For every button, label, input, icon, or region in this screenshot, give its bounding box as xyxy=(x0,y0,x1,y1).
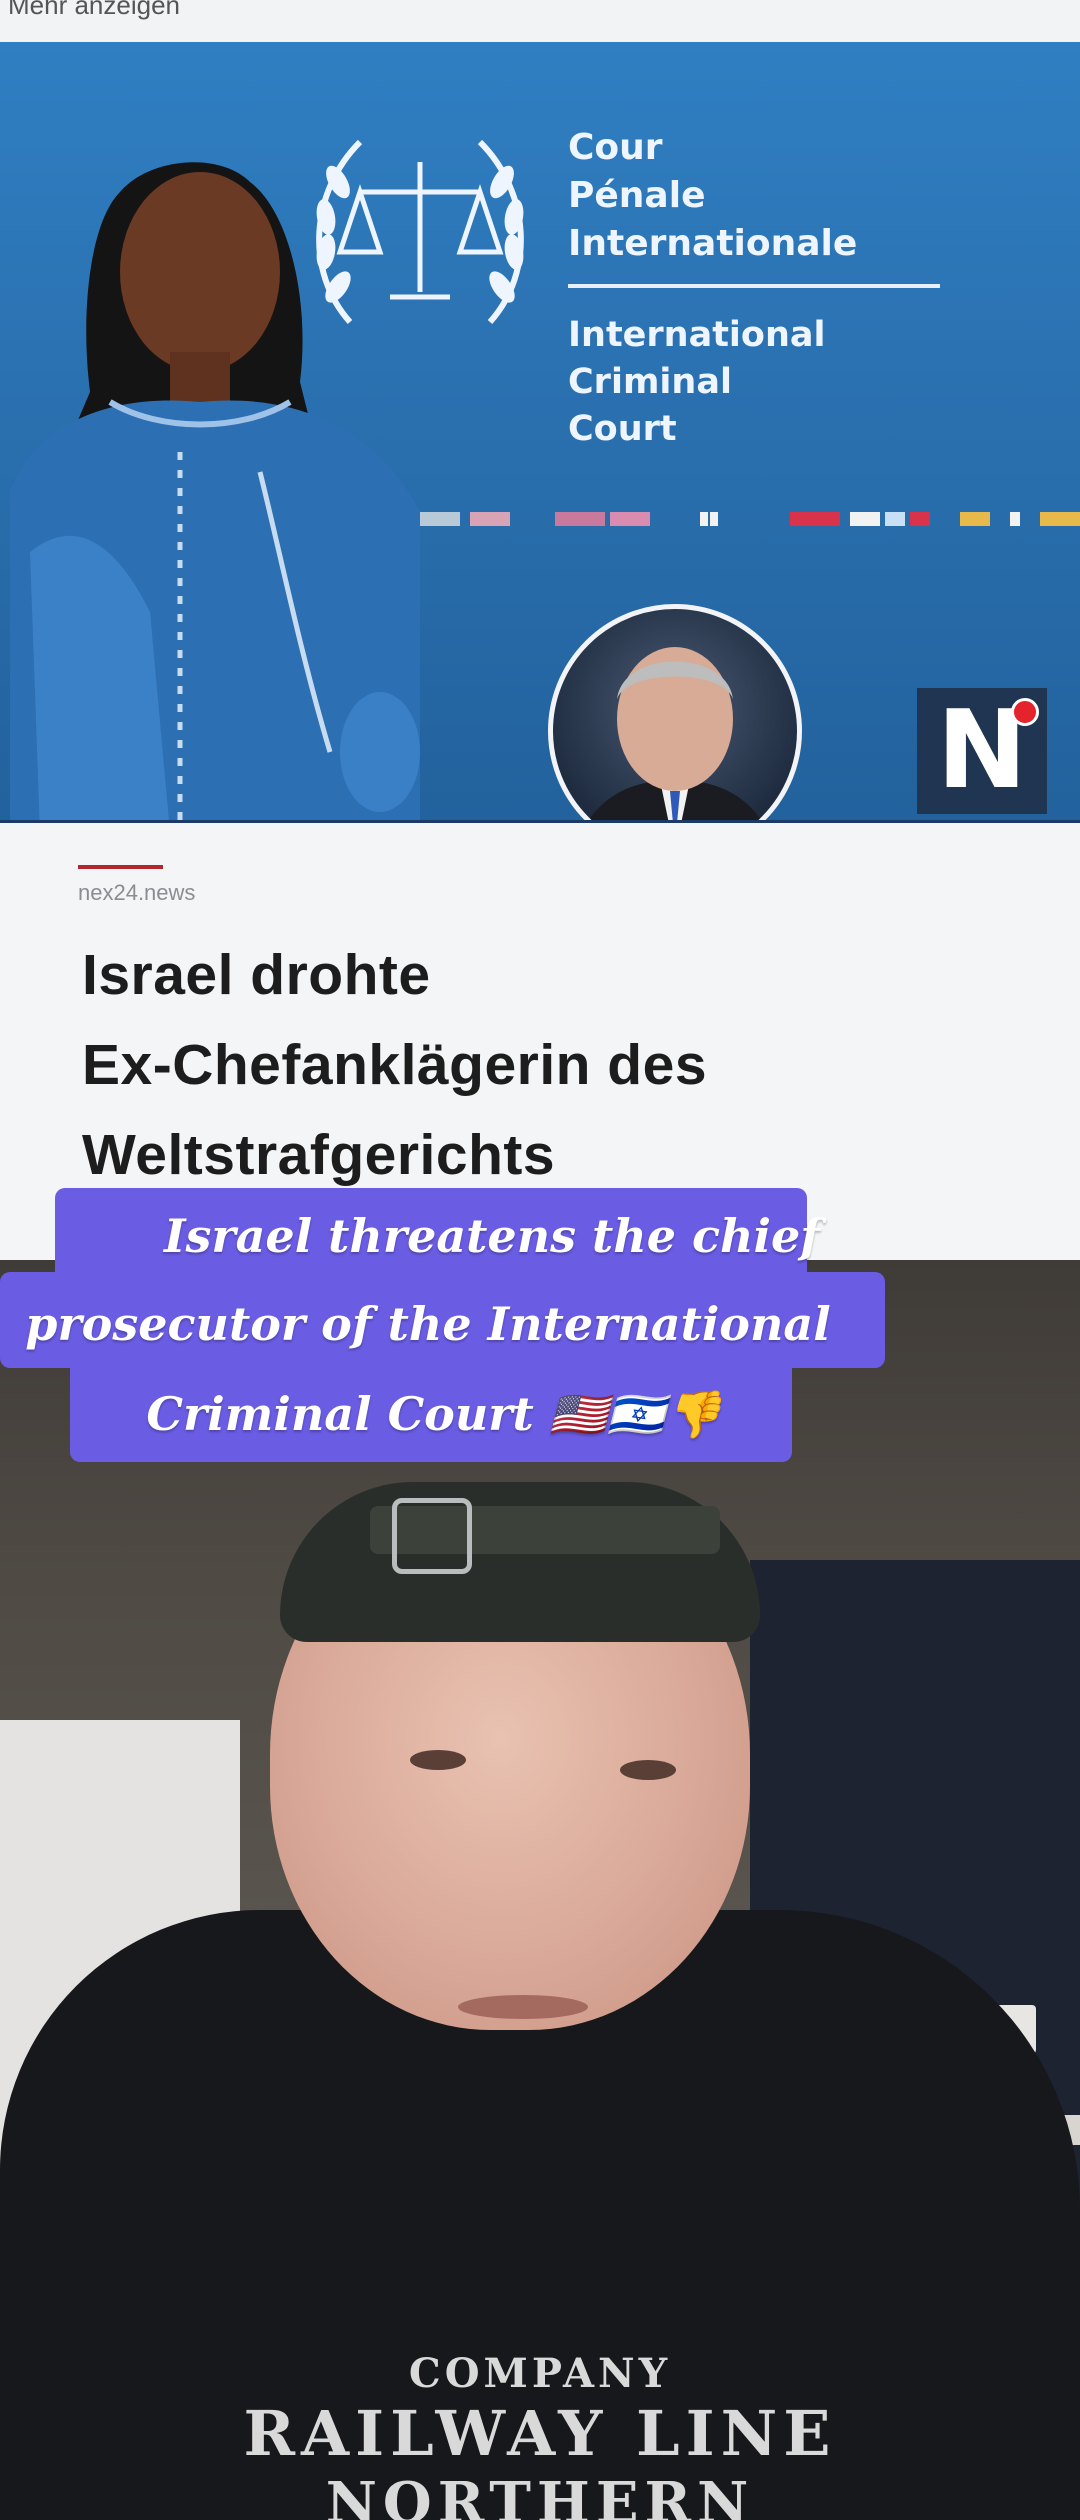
article-hero-image: Cour Pénale Internationale International… xyxy=(0,42,1080,822)
news-logo: N xyxy=(917,688,1047,814)
prosecutor-photo xyxy=(10,162,420,822)
source-accent-bar xyxy=(78,865,163,869)
netanyahu-portrait xyxy=(548,604,802,822)
logo-red-dot xyxy=(1011,698,1039,726)
video-caption: Israel threatens the chief prosecutor of… xyxy=(0,1188,1080,1508)
court-name-en: International Criminal Court xyxy=(568,315,826,449)
caption-line-1: Israel threatens the chief xyxy=(163,1209,821,1263)
caption-line-3: Criminal Court 🇺🇸🇮🇱👎 xyxy=(146,1387,722,1441)
browser-top-strip: Mehr anzeigen xyxy=(0,0,1080,42)
article-screen: Mehr anzeigen Cour Pénale Internationale… xyxy=(0,0,1080,1260)
article-headline[interactable]: Israel drohte Ex-Chefanklägerin des Welt… xyxy=(82,930,982,1200)
court-name-fr: Cour Pénale Internationale xyxy=(568,127,858,264)
shirt-print: COMPANY RAILWAY LINE NORTHERN xyxy=(243,2350,837,2520)
article-source[interactable]: nex24.news xyxy=(78,880,195,906)
court-divider xyxy=(568,284,940,288)
left-eye xyxy=(410,1750,466,1770)
right-eye xyxy=(620,1760,676,1780)
show-more-link[interactable]: Mehr anzeigen xyxy=(8,0,180,21)
color-stripes xyxy=(400,512,1080,530)
portrait-figure xyxy=(587,647,763,822)
caption-line-2: prosecutor of the International xyxy=(25,1297,831,1351)
cap-buckle xyxy=(392,1498,472,1574)
mouth xyxy=(458,1995,588,2019)
